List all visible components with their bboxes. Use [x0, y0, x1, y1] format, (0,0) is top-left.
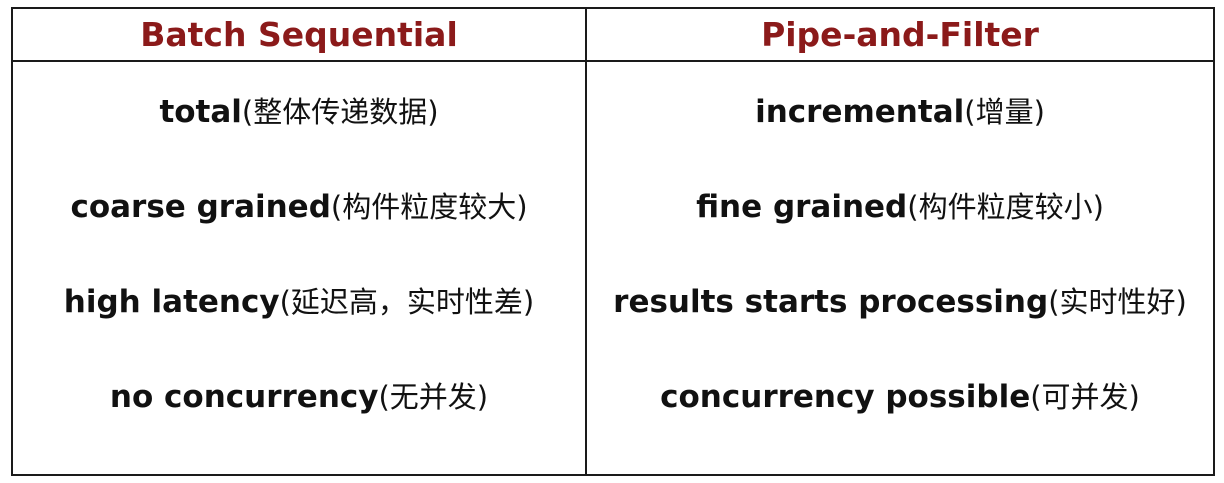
header-pipe-and-filter: Pipe-and-Filter	[761, 15, 1039, 54]
item-note: (构件粒度较大)	[330, 190, 528, 224]
item-note: (无并发)	[378, 380, 489, 414]
item-note: (增量)	[964, 95, 1045, 129]
item-term: total	[159, 94, 242, 130]
item-term: concurrency possible	[660, 379, 1031, 415]
item-term: coarse grained	[70, 189, 331, 225]
item-note: (可并发)	[1030, 380, 1140, 414]
list-item: high latency (延迟高，实时性差)	[13, 284, 585, 379]
list-item: coarse grained (构件粒度较大)	[13, 189, 585, 284]
item-term: no concurrency	[109, 379, 379, 415]
list-item: incremental (增量)	[587, 94, 1213, 189]
table-body-row: total (整体传递数据) coarse grained (构件粒度较大) hig…	[13, 62, 1213, 474]
batch-sequential-column: total (整体传递数据) coarse grained (构件粒度较大) hig…	[13, 62, 587, 474]
list-item: fine grained (构件粒度较小)	[587, 189, 1213, 284]
item-term: high latency	[63, 284, 280, 320]
list-item: results starts processing (实时性好)	[587, 284, 1213, 379]
table-header-row: Batch Sequential Pipe-and-Filter	[13, 9, 1213, 62]
comparison-table: Batch Sequential Pipe-and-Filter total (整…	[11, 7, 1215, 476]
item-term: fine grained	[696, 189, 908, 225]
item-note: (构件粒度较小)	[907, 190, 1104, 224]
header-batch-sequential: Batch Sequential	[13, 9, 587, 60]
list-item: total (整体传递数据)	[13, 94, 585, 189]
list-item: concurrency possible (可并发)	[587, 379, 1213, 474]
item-note: (实时性好)	[1048, 285, 1187, 319]
item-term: results starts processing	[613, 284, 1049, 320]
item-note: (整体传递数据)	[241, 95, 439, 129]
pipe-and-filter-column: incremental (增量) fine grained (构件粒度较小) re…	[587, 62, 1213, 474]
list-item: no concurrency (无并发)	[13, 379, 585, 474]
item-note: (延迟高，实时性差)	[279, 285, 535, 319]
item-term: incremental	[755, 94, 965, 130]
